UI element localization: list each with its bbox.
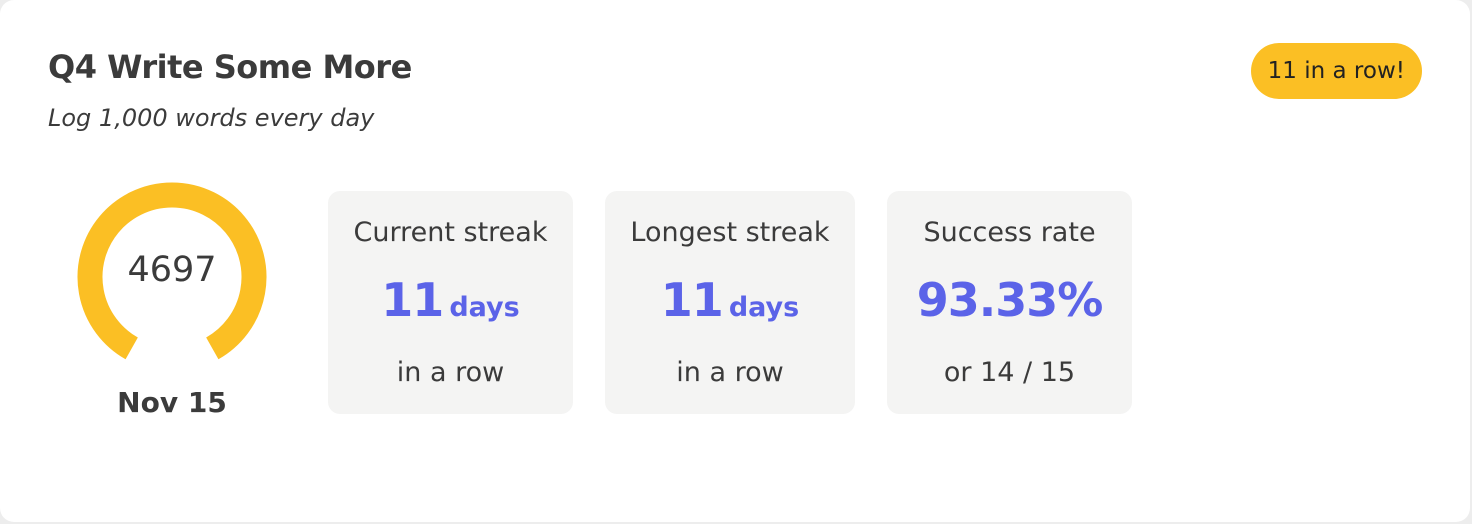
longest-streak-footer: in a row xyxy=(676,357,784,388)
longest-streak-label: Longest streak xyxy=(630,217,830,248)
longest-streak-value: 11 days xyxy=(605,273,855,327)
success-rate-number: 93.33% xyxy=(916,273,1104,327)
goal-title: Q4 Write Some More xyxy=(48,48,412,86)
goal-card: Q4 Write Some More Log 1,000 words every… xyxy=(0,0,1470,522)
current-streak-label: Current streak xyxy=(353,217,548,248)
gauge-value: 4697 xyxy=(127,250,217,290)
streak-badge: 11 in a row! xyxy=(1250,43,1422,99)
success-rate-tile: Success rate 93.33% or 14 / 15 xyxy=(887,191,1132,414)
progress-gauge: 4697 xyxy=(70,178,274,368)
current-streak-number: 11 xyxy=(381,273,444,327)
current-streak-footer: in a row xyxy=(396,357,505,388)
current-streak-value: 11 days xyxy=(328,273,573,327)
success-rate-value: 93.33% xyxy=(887,273,1132,327)
current-streak-tile: Current streak 11 days in a row xyxy=(328,191,573,414)
success-rate-footer: or 14 / 15 xyxy=(943,357,1076,388)
success-rate-label: Success rate xyxy=(923,217,1096,248)
current-streak-unit: days xyxy=(449,292,520,323)
gauge-date: Nov 15 xyxy=(117,386,227,419)
longest-streak-unit: days xyxy=(728,292,800,323)
longest-streak-tile: Longest streak 11 days in a row xyxy=(605,191,855,414)
longest-streak-number: 11 xyxy=(660,273,724,327)
goal-subtitle: Log 1,000 words every day xyxy=(48,104,375,132)
